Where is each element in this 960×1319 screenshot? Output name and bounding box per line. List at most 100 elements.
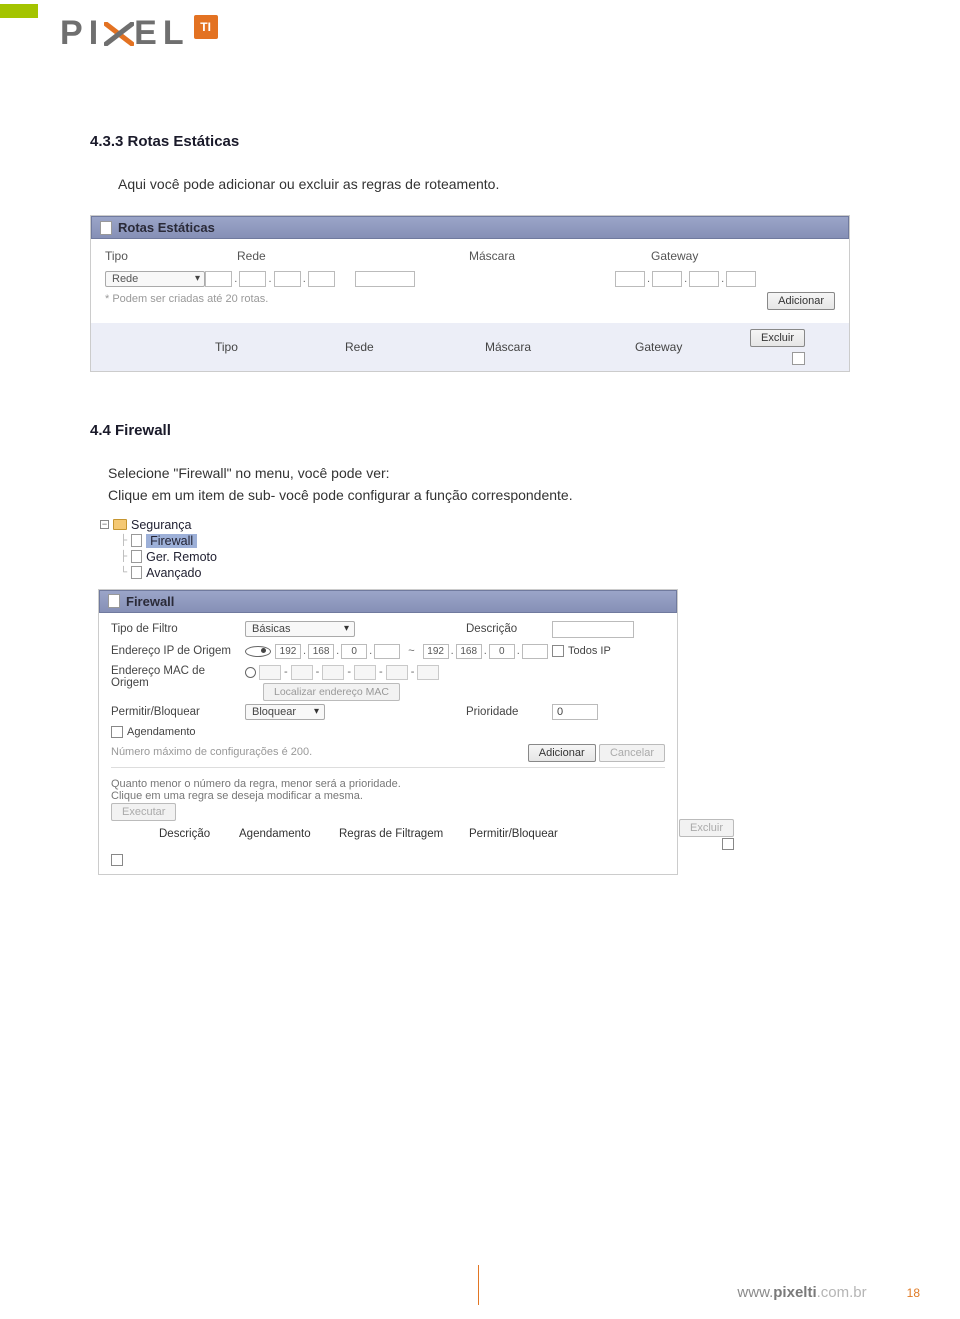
fw-cancelar-button[interactable]: Cancelar	[599, 744, 665, 762]
logo-x-icon	[104, 22, 134, 46]
page-icon	[108, 594, 120, 608]
tree-item-firewall[interactable]: ├ Firewall	[120, 533, 290, 549]
list-col-rede: Rede	[345, 340, 485, 354]
ip-from-input[interactable]: 192. 168. 0.	[275, 644, 400, 659]
fw-footer: Quanto menor o número da regra, menor se…	[111, 767, 665, 866]
brand-accent	[0, 4, 38, 18]
intro-44-line1: Selecione "Firewall" no menu, você pode …	[108, 463, 860, 485]
label-tipo-filtro: Tipo de Filtro	[111, 623, 239, 635]
page-number: 18	[907, 1286, 920, 1300]
fw-rule-hint2: Clique em uma regra se deseja modificar …	[111, 790, 665, 802]
descricao-input[interactable]	[552, 621, 634, 638]
label-mac-origem: Endereço MAC de Origem	[111, 665, 239, 689]
todos-ip-label: Todos IP	[568, 645, 611, 657]
page-content: 4.3.3 Rotas Estáticas Aqui você pode adi…	[90, 133, 860, 875]
prioridade-input[interactable]: 0	[552, 704, 598, 720]
gateway-input[interactable]: . . .	[615, 271, 835, 287]
th-perm: Permitir/Bloquear	[469, 828, 599, 840]
heading-433: 4.3.3 Rotas Estáticas	[90, 133, 860, 150]
rotas-columns: Tipo Rede Máscara Gateway	[105, 249, 835, 263]
row-permitir-bloquear: Permitir/Bloquear Bloquear Prioridade 0	[111, 704, 665, 720]
fw-rule-hint1: Quanto menor o número da regra, menor se…	[111, 778, 665, 790]
intro-44: Selecione "Firewall" no menu, você pode …	[108, 463, 860, 506]
tree-item-label: Avançado	[146, 566, 201, 580]
fw-adicionar-button[interactable]: Adicionar	[528, 744, 596, 762]
footer-divider	[478, 1265, 479, 1305]
rotas-select-all-checkbox[interactable]	[792, 352, 805, 365]
executar-button[interactable]: Executar	[111, 803, 176, 821]
firewall-title-text: Firewall	[126, 594, 174, 609]
mac-input[interactable]: - - - - -	[245, 665, 460, 680]
rotas-panel: Rotas Estáticas Tipo Rede Máscara Gatewa…	[90, 215, 850, 372]
mac-radio[interactable]	[245, 667, 256, 678]
ip-radio[interactable]	[245, 646, 271, 657]
tree-root-label: Segurança	[131, 518, 191, 532]
excluir-button[interactable]: Excluir	[750, 329, 805, 347]
col-gateway: Gateway	[651, 249, 851, 263]
localizar-mac-button[interactable]: Localizar endereço MAC	[263, 683, 400, 701]
rotas-input-row: Rede . . . . . .	[105, 269, 835, 289]
col-mascara: Máscara	[469, 249, 619, 263]
rotas-list-header: Tipo Rede Máscara Gateway Excluir	[91, 323, 849, 371]
page-header: PI EL TI	[0, 0, 960, 53]
file-icon	[131, 566, 142, 579]
th-descricao: Descrição	[159, 828, 239, 840]
tree-item-label: Ger. Remoto	[146, 550, 217, 564]
col-tipo: Tipo	[105, 249, 205, 263]
label-prioridade: Prioridade	[466, 706, 546, 718]
fw-select-all-checkbox[interactable]	[722, 838, 734, 850]
agendamento-checkbox[interactable]: Agendamento	[111, 726, 196, 738]
file-icon	[131, 550, 142, 563]
logo-text: PI EL	[60, 14, 190, 53]
rotas-hint: * Podem ser criadas até 20 rotas.	[105, 293, 268, 305]
label-perm-bloq: Permitir/Bloquear	[111, 706, 239, 718]
row-ip-origem: Endereço IP de Origem 192. 168. 0. ~ 192…	[111, 644, 665, 659]
label-ip-origem: Endereço IP de Origem	[111, 645, 239, 657]
row-agendamento: Agendamento	[111, 726, 665, 741]
tree-root[interactable]: − Segurança	[100, 517, 290, 533]
intro-433: Aqui você pode adicionar ou excluir as r…	[118, 174, 860, 195]
firewall-body: Tipo de Filtro Básicas Descrição Endereç…	[99, 613, 677, 874]
th-agendamento: Agendamento	[239, 828, 339, 840]
tree-item-label: Firewall	[146, 534, 197, 548]
todos-ip-checkbox[interactable]: Todos IP	[552, 645, 672, 657]
th-regras: Regras de Filtragem	[339, 828, 469, 840]
page-footer: www.pixelti.com.br 18	[737, 1284, 920, 1301]
mascara-input[interactable]	[355, 271, 615, 287]
agendamento-label: Agendamento	[127, 726, 196, 738]
list-col-mascara: Máscara	[485, 340, 635, 354]
logo: PI EL TI	[60, 14, 218, 53]
firewall-panel-title: Firewall	[99, 590, 677, 613]
intro-44-line2: Clique em um item de sub- você pode conf…	[108, 485, 860, 507]
col-rede: Rede	[237, 249, 437, 263]
firewall-panel: Firewall Tipo de Filtro Básicas Descriçã…	[98, 589, 678, 875]
adicionar-button[interactable]: Adicionar	[767, 292, 835, 310]
rotas-title-text: Rotas Estáticas	[118, 220, 215, 235]
rede-input[interactable]: . . .	[205, 271, 335, 287]
tipo-filtro-select[interactable]: Básicas	[245, 621, 355, 637]
collapse-icon[interactable]: −	[100, 520, 109, 529]
rotas-panel-title: Rotas Estáticas	[91, 216, 849, 239]
tree-item-avancado[interactable]: └ Avançado	[120, 565, 290, 581]
rotas-body: Tipo Rede Máscara Gateway Rede . . . .	[91, 239, 849, 319]
nav-tree: − Segurança ├ Firewall ├ Ger. Remoto └ A…	[100, 517, 290, 581]
perm-bloq-select[interactable]: Bloquear	[245, 704, 325, 720]
page-icon	[100, 221, 112, 235]
tipo-select[interactable]: Rede	[105, 271, 205, 287]
fw-excluir-button[interactable]: Excluir	[679, 819, 734, 837]
file-icon	[131, 534, 142, 547]
tree-item-ger-remoto[interactable]: ├ Ger. Remoto	[120, 549, 290, 565]
footer-url: www.pixelti.com.br	[737, 1284, 866, 1301]
label-descricao: Descrição	[466, 623, 546, 635]
fw-row-checkbox[interactable]	[111, 854, 123, 866]
row-tipo-filtro: Tipo de Filtro Básicas Descrição	[111, 621, 665, 638]
list-col-tipo: Tipo	[215, 340, 345, 354]
ip-to-input[interactable]: 192. 168. 0.	[423, 644, 548, 659]
folder-icon	[113, 519, 127, 530]
list-col-gateway: Gateway	[635, 340, 682, 354]
logo-badge: TI	[194, 15, 218, 39]
row-mac-origem: Endereço MAC de Origem - - - - - Localiz…	[111, 665, 665, 698]
fw-max-hint: Número máximo de configurações é 200.	[111, 746, 312, 758]
heading-44: 4.4 Firewall	[90, 422, 860, 439]
fw-table-header: Descrição Agendamento Regras de Filtrage…	[159, 822, 679, 846]
